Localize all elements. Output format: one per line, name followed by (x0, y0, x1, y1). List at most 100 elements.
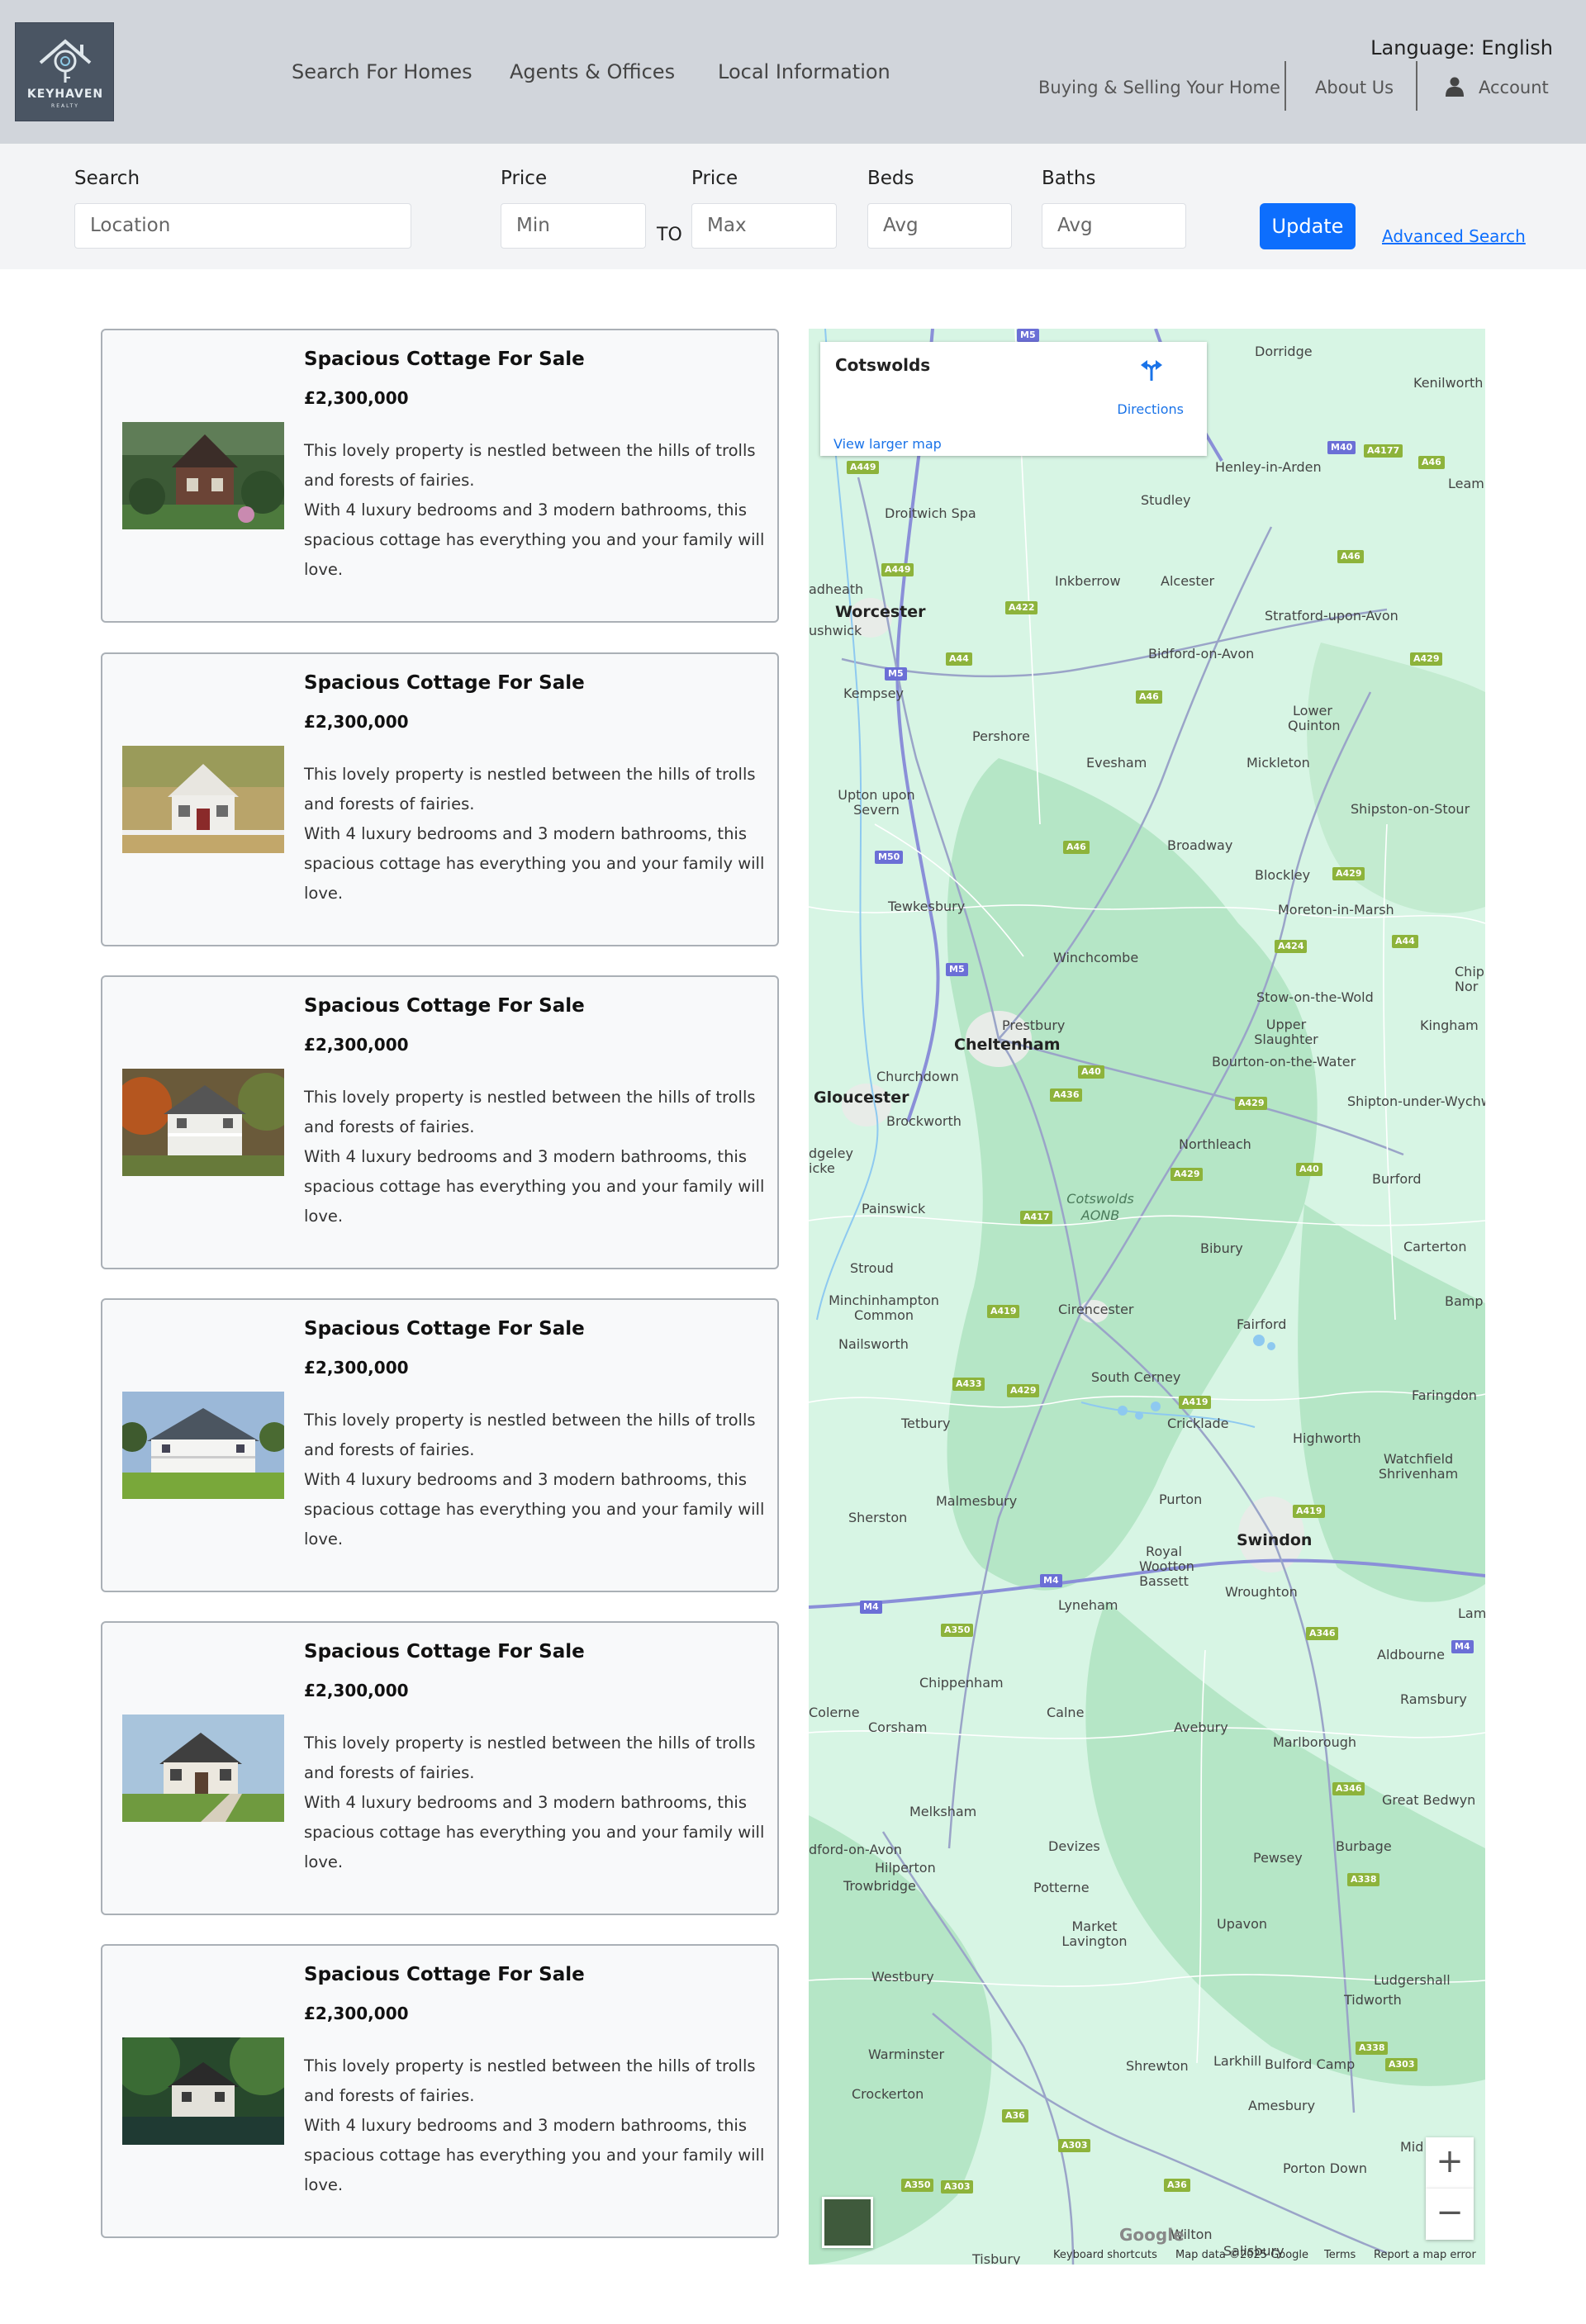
nav-buying-selling[interactable]: Buying & Selling Your Home (1038, 78, 1280, 97)
map-place-label: Carterton (1403, 1239, 1467, 1254)
advanced-search-link[interactable]: Advanced Search (1382, 226, 1526, 246)
map-place-label: Royal Wootton Bassett (1139, 1544, 1194, 1589)
report-map-error-link[interactable]: Report a map error (1374, 2249, 1476, 2261)
map-road-shield: A46 (1063, 841, 1090, 854)
map-place-label: Cheltenham (954, 1036, 1061, 1054)
baths-input[interactable]: Avg (1042, 203, 1186, 249)
map-road-shield: M50 (875, 851, 904, 864)
listing-card[interactable]: Spacious Cottage For Sale £2,300,000 Thi… (101, 329, 779, 623)
listing-photo[interactable] (122, 1069, 284, 1176)
user-icon[interactable] (1446, 77, 1464, 97)
map-place-label: Bamp (1445, 1293, 1484, 1309)
listing-description-line: This lovely property is nestled between … (304, 1734, 756, 1782)
listing-description-line: With 4 luxury bedrooms and 3 modern bath… (304, 1470, 765, 1549)
nav-agents-offices[interactable]: Agents & Offices (510, 60, 675, 83)
listing-card[interactable]: Spacious Cottage For Sale £2,300,000 Thi… (101, 1621, 779, 1915)
map-road-shield: A36 (1164, 2179, 1190, 2192)
listing-photo[interactable] (122, 1715, 284, 1822)
logo-name: KEYHAVEN (26, 88, 104, 101)
listing-title[interactable]: Spacious Cottage For Sale (304, 1318, 585, 1340)
map-place-label: Chip Nor (1455, 964, 1484, 994)
listing-card[interactable]: Spacious Cottage For Sale £2,300,000 Thi… (101, 652, 779, 946)
nav-local-information[interactable]: Local Information (718, 60, 890, 83)
map-place-label: Faringdon (1412, 1387, 1477, 1403)
map-terms-link[interactable]: Terms (1324, 2249, 1356, 2261)
map-place-label: Chippenham (919, 1675, 1004, 1691)
listing-description: This lovely property is nestled between … (304, 1083, 767, 1231)
map-place-label: Highworth (1293, 1430, 1361, 1446)
keyhaven-logo[interactable]: KEYHAVEN REALTY (15, 22, 114, 121)
map-place-label: Tidworth (1344, 1992, 1402, 2008)
zoom-out-button[interactable]: − (1426, 2189, 1474, 2240)
listing-photo[interactable] (122, 746, 284, 853)
zoom-in-button[interactable]: + (1426, 2137, 1474, 2189)
map-road-shield: A449 (847, 461, 880, 474)
map-road-shield: A419 (987, 1305, 1020, 1318)
listing-photo[interactable] (122, 2037, 284, 2145)
map-info-window: Cotswolds Directions View larger map (820, 342, 1207, 456)
language-selector[interactable]: Language: English (1370, 36, 1553, 59)
map-layer-toggle[interactable] (822, 2197, 873, 2248)
map-place-label: Bibury (1200, 1240, 1243, 1256)
map-place-label: Winchcombe (1053, 950, 1139, 965)
update-button[interactable]: Update (1260, 203, 1356, 249)
map-place-label: Mid (1400, 2139, 1424, 2155)
map-place-label: Stow-on-the-Wold (1256, 989, 1374, 1005)
listing-title[interactable]: Spacious Cottage For Sale (304, 1964, 585, 1985)
map-place-label: South Cerney (1091, 1369, 1181, 1385)
map-place-label: Dorridge (1255, 344, 1313, 359)
map-place-label: Ramsbury (1400, 1691, 1467, 1707)
map-place-label: Westbury (871, 1969, 934, 1985)
listing-title[interactable]: Spacious Cottage For Sale (304, 1641, 585, 1662)
location-input[interactable]: Location (74, 203, 411, 249)
map-embed[interactable]: Dorridge Kenilworth Henley-in-Arden Leam… (809, 329, 1485, 2265)
price-min-input[interactable]: Min (501, 203, 646, 249)
map-place-label: Studley (1141, 492, 1191, 508)
nav-search-homes[interactable]: Search For Homes (292, 60, 472, 83)
listing-title[interactable]: Spacious Cottage For Sale (304, 349, 585, 370)
map-place-label: Tetbury (901, 1416, 951, 1431)
beds-input[interactable]: Avg (867, 203, 1012, 249)
map-place-label: Devizes (1048, 1838, 1100, 1854)
map-place-label: adheath (809, 581, 864, 597)
listing-price: £2,300,000 (304, 1681, 409, 1700)
listing-title[interactable]: Spacious Cottage For Sale (304, 995, 585, 1017)
map-info-title: Cotswolds (835, 355, 931, 375)
map-place-label: Droitwich Spa (885, 505, 976, 521)
listing-card[interactable]: Spacious Cottage For Sale £2,300,000 Thi… (101, 975, 779, 1269)
map-place-label: Sherston (848, 1510, 908, 1525)
price-max-input[interactable]: Max (691, 203, 837, 249)
listing-title[interactable]: Spacious Cottage For Sale (304, 672, 585, 694)
search-label: Search (74, 168, 140, 189)
listing-price: £2,300,000 (304, 712, 409, 732)
map-road-shield: A4177 (1364, 444, 1403, 458)
directions-icon[interactable] (1139, 357, 1164, 382)
map-road-shield: A433 (952, 1378, 985, 1391)
nav-about-us[interactable]: About Us (1315, 78, 1394, 97)
map-road-shield: M4 (1040, 1574, 1062, 1587)
listing-photo[interactable] (122, 422, 284, 529)
directions-link[interactable]: Directions (1117, 401, 1184, 417)
listing-description: This lovely property is nestled between … (304, 436, 767, 585)
map-road-shield: M5 (885, 667, 907, 681)
map-place-label: Watchfield Shrivenham (1378, 1451, 1459, 1482)
map-place-label: Larkhill (1213, 2053, 1262, 2069)
view-larger-map-link[interactable]: View larger map (833, 436, 942, 452)
map-place-label: Corsham (868, 1719, 928, 1735)
keyboard-shortcuts-link[interactable]: Keyboard shortcuts (1053, 2249, 1157, 2261)
map-road-shield: A346 (1332, 1782, 1365, 1795)
map-road-shield: A350 (901, 2179, 934, 2192)
listing-description-line: With 4 luxury bedrooms and 3 modern bath… (304, 500, 765, 579)
map-place-label: Swindon (1237, 1531, 1313, 1549)
listing-card[interactable]: Spacious Cottage For Sale £2,300,000 Thi… (101, 1298, 779, 1592)
listing-photo[interactable] (122, 1392, 284, 1499)
map-place-label: Alcester (1161, 573, 1215, 589)
nav-account[interactable]: Account (1479, 78, 1549, 97)
map-road-shield: M5 (1017, 329, 1039, 342)
map-place-label: Cricklade (1167, 1416, 1229, 1431)
map-place-label: Kingham (1420, 1017, 1479, 1033)
map-place-label: Moreton-in-Marsh (1278, 902, 1394, 918)
map-road-shield: A36 (1002, 2109, 1028, 2122)
map-place-label: Upper Slaughter (1254, 1017, 1318, 1047)
listing-card[interactable]: Spacious Cottage For Sale £2,300,000 Thi… (101, 1944, 779, 2238)
